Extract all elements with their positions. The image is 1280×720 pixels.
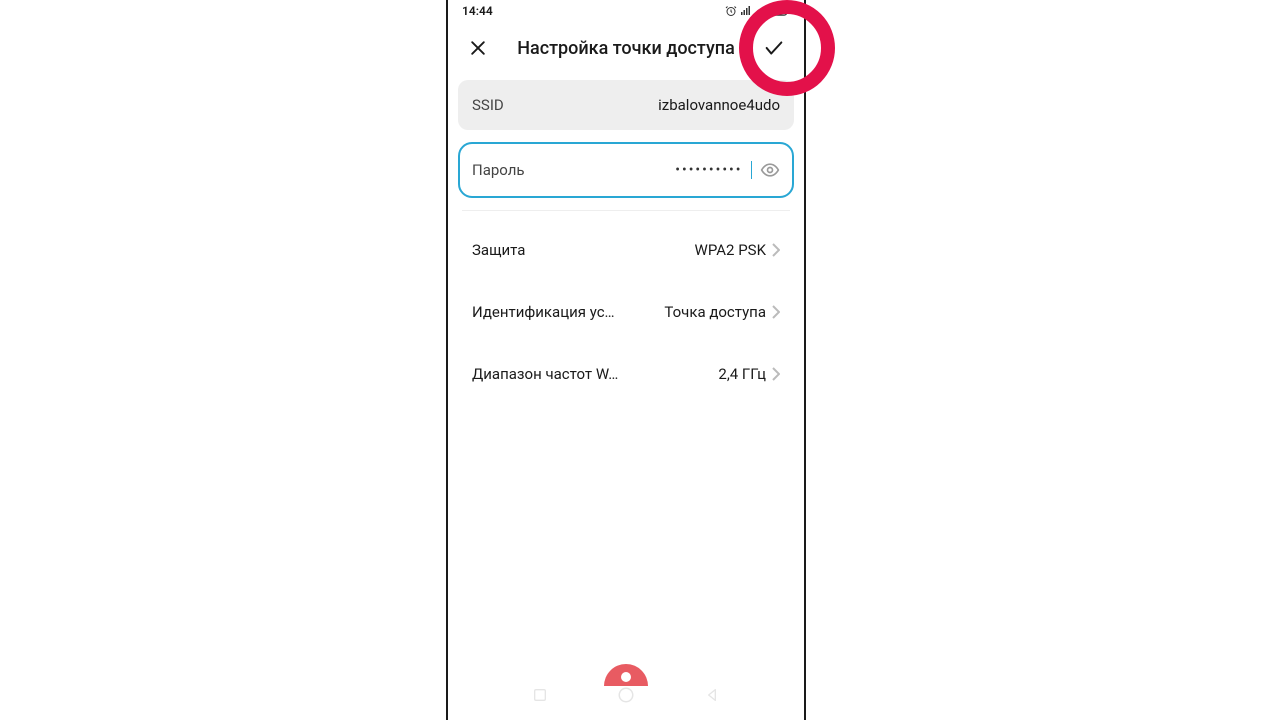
band-label: Диапазон частот W… bbox=[472, 365, 618, 383]
close-icon bbox=[468, 38, 488, 58]
nav-back-button[interactable] bbox=[704, 687, 720, 707]
band-value-wrap: 2,4 ГГц bbox=[718, 365, 780, 383]
text-cursor bbox=[751, 161, 753, 179]
band-value: 2,4 ГГц bbox=[718, 365, 766, 383]
chevron-right-icon bbox=[772, 243, 780, 257]
square-icon bbox=[532, 687, 548, 703]
security-value: WPA2 PSK bbox=[695, 241, 766, 259]
wifi-icon bbox=[755, 5, 767, 17]
page-title: Настройка точки доступа bbox=[502, 38, 750, 59]
nav-bar bbox=[448, 678, 804, 716]
nav-home-button[interactable] bbox=[617, 686, 635, 708]
status-icons bbox=[725, 5, 790, 17]
ssid-value: izbalovannoe4udo bbox=[658, 96, 780, 114]
chevron-right-icon bbox=[772, 367, 780, 381]
check-icon bbox=[763, 37, 785, 59]
divider bbox=[462, 210, 790, 211]
device-id-value: Точка доступа bbox=[664, 303, 766, 321]
confirm-button[interactable] bbox=[758, 32, 790, 64]
security-value-wrap: WPA2 PSK bbox=[695, 241, 780, 259]
status-bar: 14:44 bbox=[448, 0, 804, 20]
triangle-left-icon bbox=[704, 687, 720, 703]
device-id-value-wrap: Точка доступа bbox=[664, 303, 780, 321]
security-row[interactable]: Защита WPA2 PSK bbox=[458, 219, 794, 281]
password-value-wrap: •••••••••• bbox=[675, 160, 780, 180]
phone-frame: 14:44 Настройка точки доступа SSID izbal… bbox=[446, 0, 806, 720]
password-masked: •••••••••• bbox=[675, 162, 742, 178]
password-label: Пароль bbox=[472, 161, 525, 179]
status-time: 14:44 bbox=[462, 4, 493, 18]
password-field[interactable]: Пароль •••••••••• bbox=[458, 142, 794, 198]
signal-icon bbox=[740, 5, 752, 17]
close-button[interactable] bbox=[462, 32, 494, 64]
nav-recent-button[interactable] bbox=[532, 687, 548, 707]
frequency-band-row[interactable]: Диапазон частот W… 2,4 ГГц bbox=[458, 343, 794, 405]
ssid-label: SSID bbox=[472, 96, 504, 114]
toggle-password-visibility[interactable] bbox=[760, 160, 780, 180]
alarm-icon bbox=[725, 5, 737, 17]
device-id-label: Идентификация ус… bbox=[472, 303, 615, 321]
chevron-right-icon bbox=[772, 305, 780, 319]
security-label: Защита bbox=[472, 241, 525, 259]
battery-icon bbox=[770, 6, 790, 16]
circle-icon bbox=[617, 686, 635, 704]
eye-icon bbox=[760, 160, 780, 180]
header-bar: Настройка точки доступа bbox=[448, 20, 804, 80]
device-id-row[interactable]: Идентификация ус… Точка доступа bbox=[458, 281, 794, 343]
content-area: SSID izbalovannoe4udo Пароль •••••••••• … bbox=[448, 80, 804, 720]
ssid-field[interactable]: SSID izbalovannoe4udo bbox=[458, 80, 794, 130]
